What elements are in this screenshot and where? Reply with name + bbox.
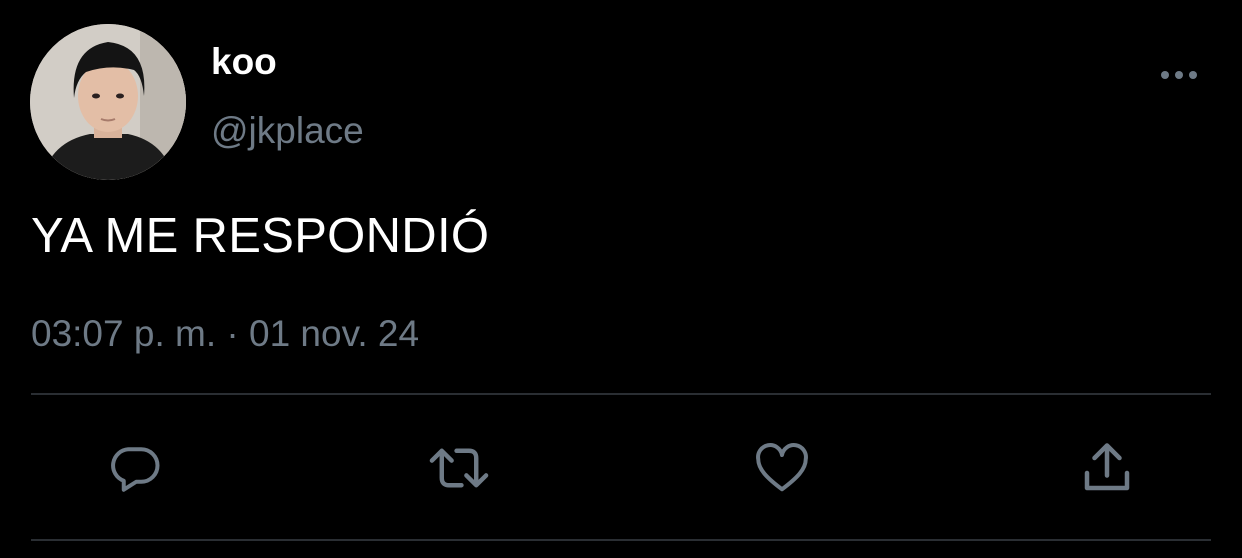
- like-button[interactable]: [750, 436, 814, 500]
- display-name[interactable]: koo: [211, 40, 277, 84]
- divider-bottom: [31, 539, 1211, 541]
- more-horizontal-icon: [1161, 71, 1197, 79]
- more-options-button[interactable]: [1152, 60, 1206, 90]
- heart-icon: [756, 443, 808, 492]
- avatar-image: [30, 24, 186, 180]
- user-handle[interactable]: @jkplace: [211, 109, 364, 153]
- avatar[interactable]: [30, 24, 186, 180]
- reply-icon: [111, 447, 160, 492]
- share-button[interactable]: [1075, 436, 1139, 500]
- tweet-text: YA ME RESPONDIÓ: [31, 209, 490, 263]
- retweet-button[interactable]: [427, 436, 491, 500]
- reply-button[interactable]: [103, 436, 167, 500]
- retweet-icon: [429, 448, 489, 488]
- tweet-timestamp[interactable]: 03:07 p. m. · 01 nov. 24: [31, 312, 419, 356]
- share-icon: [1084, 443, 1130, 491]
- divider-top: [31, 393, 1211, 395]
